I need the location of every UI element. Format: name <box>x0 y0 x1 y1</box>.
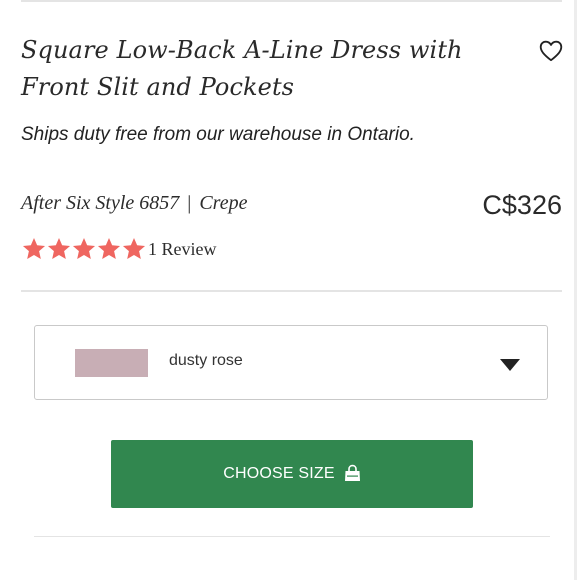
price: C$326 <box>482 190 562 220</box>
star-icon <box>72 237 96 259</box>
right-edge-divider <box>574 0 577 580</box>
shopping-bag-icon <box>344 464 360 481</box>
style-info: After Six Style 6857 | Crepe <box>21 188 247 218</box>
style-number: After Six Style 6857 <box>21 192 180 214</box>
star-rating <box>21 236 146 262</box>
style-separator: | <box>187 192 192 214</box>
top-divider <box>21 0 562 2</box>
fabric-label: Crepe <box>199 192 248 214</box>
color-swatch <box>75 349 148 377</box>
chevron-down-icon[interactable] <box>500 359 520 371</box>
shipping-note: Ships duty free from our warehouse in On… <box>21 124 415 145</box>
choose-size-button[interactable]: CHOOSE SIZE <box>111 440 473 508</box>
section-divider <box>21 290 562 292</box>
star-icon <box>122 237 146 259</box>
selected-color-label: dusty rose <box>169 352 243 369</box>
star-icon <box>47 237 71 259</box>
review-count-link[interactable]: 1 Review <box>148 239 216 260</box>
heart-outline-icon[interactable] <box>538 38 564 64</box>
star-icon <box>22 237 46 259</box>
color-select[interactable]: dusty rose <box>34 325 548 400</box>
star-icon <box>97 237 121 259</box>
choose-size-label: CHOOSE SIZE <box>223 465 335 482</box>
rating[interactable]: 1 Review <box>21 234 216 264</box>
bottom-divider <box>34 536 550 537</box>
product-title: Square Low-Back A-Line Dress with Front … <box>21 36 463 101</box>
